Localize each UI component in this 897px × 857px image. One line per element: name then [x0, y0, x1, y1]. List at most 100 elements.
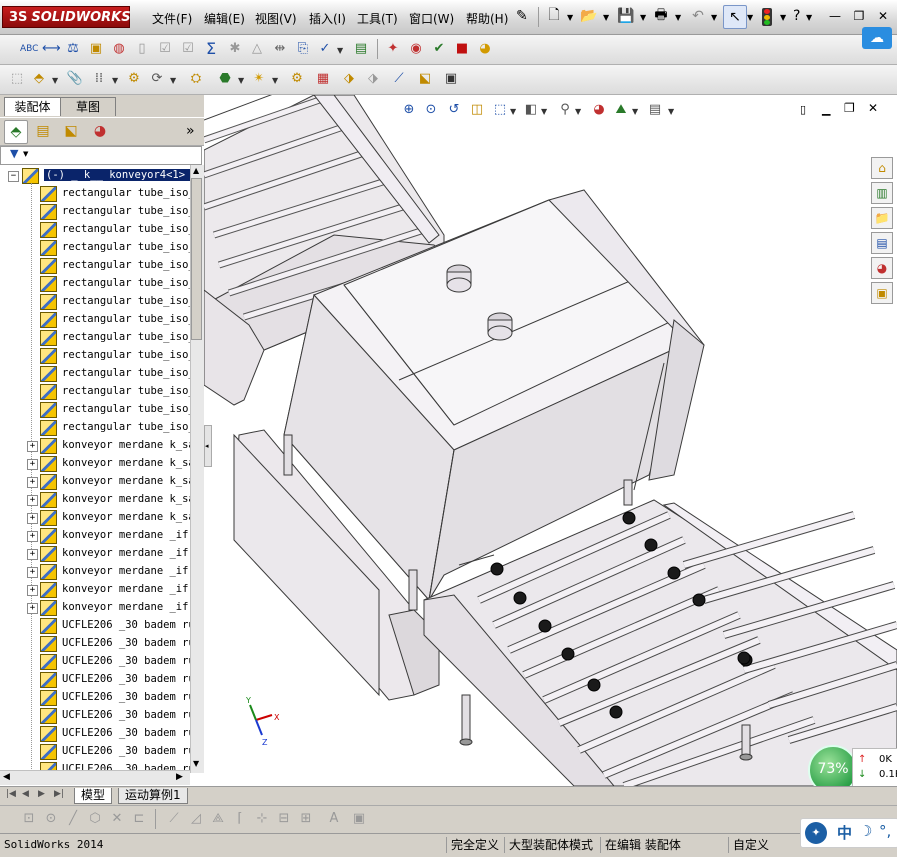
feature-manager-tree-icon[interactable]: ⬘ — [4, 120, 28, 144]
chevron-down-icon[interactable]: ▼ — [675, 13, 681, 22]
last-tab-icon[interactable]: ▶| — [54, 789, 64, 799]
pin-icon[interactable]: ✎ — [516, 8, 528, 24]
scroll-up-icon[interactable]: ▲ — [193, 166, 199, 175]
configuration-manager-icon[interactable]: ⬕ — [60, 120, 82, 142]
tab-assembly[interactable]: 装配体 — [4, 97, 61, 116]
expand-toggle[interactable]: + — [27, 567, 38, 578]
chevron-down-icon[interactable]: ▼ — [632, 107, 638, 116]
expand-toggle[interactable]: + — [27, 549, 38, 560]
ime-moon-icon[interactable]: ☽ — [859, 822, 872, 840]
mirror-icon[interactable]: ⟁ — [209, 810, 227, 828]
chevron-down-icon[interactable]: ▼ — [747, 13, 753, 22]
chevron-down-icon[interactable]: ▼ — [640, 13, 646, 22]
chevron-down-icon[interactable]: ▼ — [711, 13, 717, 22]
simulation-icon[interactable]: ◉ — [407, 40, 425, 58]
photoview-icon[interactable]: ◕ — [476, 40, 494, 58]
tree-item[interactable]: + konveyor merdane k_sa — [0, 437, 190, 455]
filter-icon[interactable]: ▼ — [10, 147, 18, 160]
tree-item[interactable]: + konveyor merdane _if — [0, 599, 190, 617]
restore-icon[interactable]: ❐ — [850, 8, 868, 24]
tree-item[interactable]: + konveyor merdane _if — [0, 581, 190, 599]
menu-help[interactable]: 帮助(H) — [466, 10, 508, 27]
tree-item[interactable]: UCFLE206 _30 badem ru — [0, 707, 190, 725]
chevron-down-icon[interactable]: ▼ — [170, 76, 176, 85]
tree-item[interactable]: UCFLE206 _30 badem ru — [0, 725, 190, 743]
chevron-down-icon[interactable]: ▼ — [112, 76, 118, 85]
tree-item[interactable]: rectangular tube_iso_ — [0, 239, 190, 257]
menu-tools[interactable]: 工具(T) — [357, 10, 398, 27]
tree-item[interactable]: rectangular tube_iso_ — [0, 203, 190, 221]
chevron-down-icon[interactable]: ▼ — [575, 107, 581, 116]
instant3d-icon[interactable]: ⟋ — [390, 70, 408, 88]
ime-chinese-mode[interactable]: 中 — [837, 822, 852, 843]
polygon-icon[interactable]: ⬡ — [86, 810, 104, 828]
graphics-viewport[interactable]: X Y Z ⊕ ⊙ ↺ ◫ ⬚ ▼ ◧ ▼ ⚲ ▼ ◕ ⛰ ▼ ▤ ▼ ▯ ▁ … — [204, 95, 897, 786]
file-explorer-icon[interactable]: 📁 — [871, 207, 893, 229]
rebuild-traffic-light-icon[interactable] — [762, 8, 772, 26]
reference-geometry-icon[interactable]: ✴ — [250, 70, 268, 88]
custom-properties-icon[interactable]: ▣ — [871, 282, 893, 304]
tree-item[interactable]: UCFLE206 _30 badem ru — [0, 617, 190, 635]
print-icon[interactable]: 🖶 — [650, 5, 672, 27]
chevron-down-icon[interactable]: ▼ — [603, 13, 609, 22]
doc-minimize-icon[interactable]: ▁ — [822, 103, 830, 116]
tree-horizontal-scrollbar[interactable]: ◀ ▶ — [0, 770, 190, 785]
expand-toggle[interactable]: + — [27, 531, 38, 542]
tree-item[interactable]: + konveyor merdane k_sa — [0, 491, 190, 509]
select-pointer-icon[interactable]: ↖ — [723, 5, 747, 29]
circle-icon[interactable]: ⊙ — [42, 810, 60, 828]
tree-item[interactable]: UCFLE206 _30 badem ru — [0, 743, 190, 761]
tree-item[interactable]: rectangular tube_iso_ — [0, 401, 190, 419]
tree-item[interactable]: + konveyor merdane _if — [0, 527, 190, 545]
scroll-left-icon[interactable]: ◀ — [3, 772, 10, 782]
undo-icon[interactable]: ↶ — [687, 5, 709, 27]
tree-item[interactable]: rectangular tube_iso_ — [0, 185, 190, 203]
mass-properties-icon[interactable]: ⚖ — [64, 40, 82, 58]
ime-toolbar[interactable]: ✦ 中 ☽ °, — [800, 818, 897, 848]
new-part-icon[interactable]: ⬘ — [30, 70, 48, 88]
bill-of-materials-icon[interactable]: ▦ — [314, 70, 332, 88]
speedpak-icon[interactable]: ⬕ — [416, 70, 434, 88]
doc-restore-icon[interactable]: ❐ — [844, 101, 855, 115]
scroll-thumb[interactable] — [191, 178, 202, 340]
design-checker-icon[interactable]: ✦ — [384, 40, 402, 58]
zoom-to-fit-icon[interactable]: ⊕ — [400, 101, 418, 119]
smart-dimension-icon[interactable]: ⟋ — [165, 810, 183, 828]
hide-show-items-icon[interactable]: ⚲ — [556, 101, 574, 119]
edit-appearance-icon[interactable]: ◕ — [590, 101, 608, 119]
expand-toggle[interactable]: + — [27, 459, 38, 470]
trim-icon[interactable]: ✕ — [108, 810, 126, 828]
appearances-scenes-icon[interactable]: ◕ — [871, 257, 893, 279]
tree-item[interactable]: UCFLE206 _30 badem ru — [0, 653, 190, 671]
solidworks-logo[interactable]: 3S SOLIDWORKS — [2, 6, 131, 28]
assembly-features-icon[interactable]: ⬣ — [216, 70, 234, 88]
tree-item[interactable]: + konveyor merdane k_sa — [0, 473, 190, 491]
text-icon[interactable]: A — [325, 810, 343, 828]
property-manager-icon[interactable]: ▤ — [32, 120, 54, 142]
rectangle-icon[interactable]: ⊟ — [275, 810, 293, 828]
menu-view[interactable]: 视图(V) — [255, 10, 297, 27]
help-icon[interactable]: ? — [793, 8, 800, 24]
show-hidden-icon[interactable]: ⛭ — [187, 70, 205, 88]
prev-tab-icon[interactable]: ◀ — [22, 789, 29, 799]
measure-icon[interactable]: ⟷ — [42, 40, 61, 58]
interference-icon[interactable]: ✱ — [226, 40, 244, 58]
feature-statistics-icon[interactable]: ▤ — [352, 40, 370, 58]
deviation-analysis-icon[interactable]: ☑ — [179, 40, 197, 58]
smart-fasteners-icon[interactable]: ⚙ — [125, 70, 143, 88]
new-document-icon[interactable]: 🗋 — [543, 5, 565, 27]
chevron-down-icon[interactable]: ▼ — [567, 13, 573, 22]
menu-window[interactable]: 窗口(W) — [409, 10, 454, 27]
chevron-down-icon[interactable]: ▼ — [337, 46, 343, 55]
doc-tile-icon[interactable]: ▯ — [800, 103, 806, 116]
move-component-icon[interactable]: ⟳ — [148, 70, 166, 88]
section-view-icon[interactable]: ◫ — [468, 101, 486, 119]
save-icon[interactable]: 💾 — [615, 5, 637, 27]
view-palette-icon[interactable]: ▤ — [871, 232, 893, 254]
tree-item[interactable]: rectangular tube_iso_ — [0, 383, 190, 401]
previous-view-icon[interactable]: ↺ — [445, 101, 463, 119]
tree-item[interactable]: + konveyor merdane _if — [0, 563, 190, 581]
tree-item[interactable]: UCFLE206 _30 badem ru — [0, 689, 190, 707]
status-custom-units[interactable]: 自定义 — [728, 837, 769, 853]
doc-close-icon[interactable]: ✕ — [868, 101, 878, 115]
